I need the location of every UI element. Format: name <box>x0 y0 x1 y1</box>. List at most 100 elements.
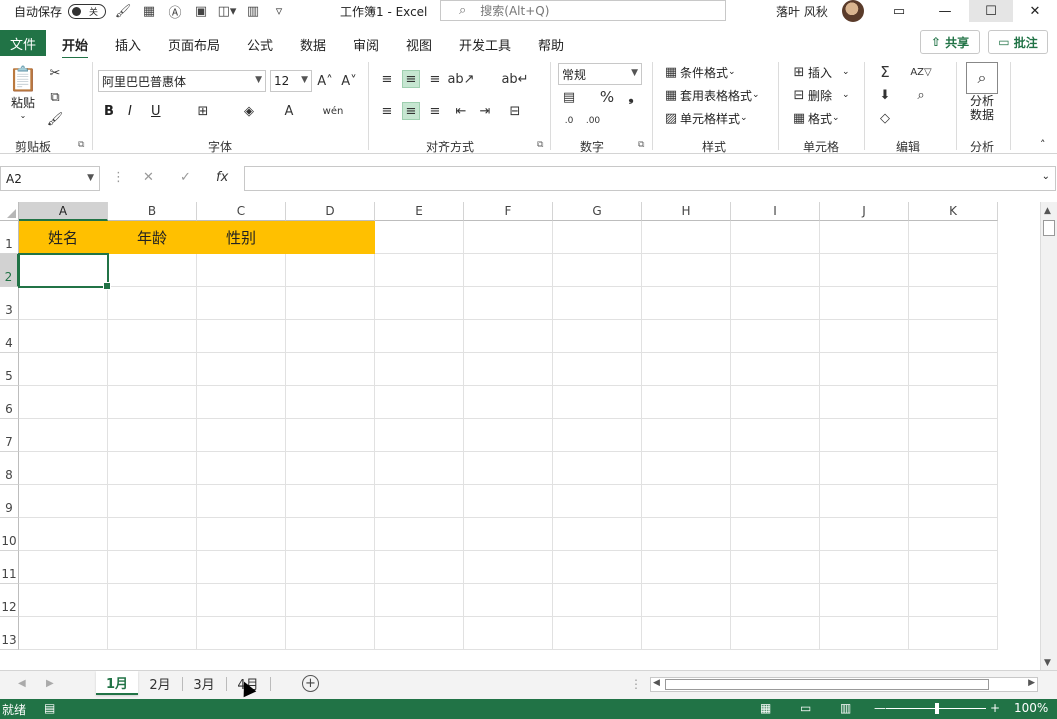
close-icon[interactable]: ✕ <box>1013 0 1057 22</box>
cell-h2[interactable] <box>642 254 731 287</box>
border-icon[interactable]: ⊞ <box>194 102 212 120</box>
customize-qat-icon[interactable]: ▿ <box>270 3 288 19</box>
zoom-slider-knob[interactable] <box>935 703 939 714</box>
autosum-icon[interactable]: Σ <box>876 63 894 81</box>
comma-style-icon[interactable]: ❟ <box>622 88 640 106</box>
prev-sheet-icon[interactable]: ◀ <box>18 678 26 689</box>
formula-input[interactable]: ⌄ <box>244 166 1056 191</box>
row-header-7[interactable]: 7 <box>0 419 19 452</box>
tab-page-layout[interactable]: 页面布局 <box>168 35 220 54</box>
decrease-decimal-icon[interactable]: .00 <box>584 112 602 130</box>
cell-b1[interactable]: 年龄 <box>108 221 197 254</box>
row-header-3[interactable]: 3 <box>0 287 19 320</box>
tab-insert[interactable]: 插入 <box>115 35 141 54</box>
cell-k10[interactable] <box>909 518 998 551</box>
tab-file[interactable]: 文件 <box>0 30 46 56</box>
cell-b10[interactable] <box>108 518 197 551</box>
cell-c2[interactable] <box>197 254 286 287</box>
cell-c1[interactable]: 性别 <box>197 221 286 254</box>
row-header-12[interactable]: 12 <box>0 584 19 617</box>
minimize-icon[interactable]: — <box>923 0 967 22</box>
cell-b8[interactable] <box>108 452 197 485</box>
cell-k12[interactable] <box>909 584 998 617</box>
user-name[interactable]: 落叶 风秋 <box>776 3 828 20</box>
cell-b12[interactable] <box>108 584 197 617</box>
row-header-5[interactable]: 5 <box>0 353 19 386</box>
format-as-table-button[interactable]: ▦ 套用表格格式 ⌄ <box>662 86 760 104</box>
phonetic-icon[interactable]: wén <box>323 102 344 120</box>
cell-c5[interactable] <box>197 353 286 386</box>
cell-c4[interactable] <box>197 320 286 353</box>
scroll-up-icon[interactable]: ▲ <box>1044 206 1051 216</box>
cell-c3[interactable] <box>197 287 286 320</box>
underline-button[interactable]: U <box>151 104 161 119</box>
zoom-level[interactable]: 100% <box>1014 701 1048 715</box>
cell-e10[interactable] <box>375 518 464 551</box>
horizontal-scrollbar[interactable]: ◀ ▶ <box>650 677 1038 692</box>
cell-h11[interactable] <box>642 551 731 584</box>
cell-d1[interactable] <box>286 221 375 254</box>
page-break-view-icon[interactable]: ▥ <box>840 701 851 715</box>
cell-b6[interactable] <box>108 386 197 419</box>
cell-a8[interactable] <box>19 452 108 485</box>
cell-j7[interactable] <box>820 419 909 452</box>
cell-c13[interactable] <box>197 617 286 650</box>
cell-d4[interactable] <box>286 320 375 353</box>
row-header-11[interactable]: 11 <box>0 551 19 584</box>
cell-a9[interactable] <box>19 485 108 518</box>
table-icon[interactable]: ▦ <box>140 3 158 19</box>
cell-i1[interactable] <box>731 221 820 254</box>
cell-b11[interactable] <box>108 551 197 584</box>
row-header-2[interactable]: 2 <box>0 254 19 287</box>
cell-h4[interactable] <box>642 320 731 353</box>
align-left-icon[interactable]: ≡ <box>378 102 396 120</box>
cell-i5[interactable] <box>731 353 820 386</box>
cell-f12[interactable] <box>464 584 553 617</box>
cell-k1[interactable] <box>909 221 998 254</box>
cell-c10[interactable] <box>197 518 286 551</box>
currency-icon[interactable]: ▤ <box>560 88 578 106</box>
cell-j3[interactable] <box>820 287 909 320</box>
scroll-thumb[interactable] <box>665 679 989 690</box>
cell-styles-button[interactable]: ▨ 单元格样式 ⌄ <box>662 109 748 127</box>
cell-b9[interactable] <box>108 485 197 518</box>
enter-icon[interactable]: ✓ <box>180 170 191 185</box>
cell-k11[interactable] <box>909 551 998 584</box>
cell-e4[interactable] <box>375 320 464 353</box>
bold-button[interactable]: B <box>104 104 114 119</box>
cell-g7[interactable] <box>553 419 642 452</box>
column-header-e[interactable]: E <box>375 202 464 221</box>
expand-formula-icon[interactable]: ⌄ <box>1042 171 1050 182</box>
row-header-1[interactable]: 1 <box>0 221 19 254</box>
cell-f13[interactable] <box>464 617 553 650</box>
ribbon-display-icon[interactable]: ▭ <box>877 0 921 22</box>
paste-button[interactable]: 📋 粘贴 ⌄ <box>8 64 38 120</box>
cell-d5[interactable] <box>286 353 375 386</box>
cell-b3[interactable] <box>108 287 197 320</box>
dialog-launcher-icon[interactable]: ⧉ <box>537 140 543 150</box>
normal-view-icon[interactable]: ▦ <box>760 701 771 715</box>
cell-j5[interactable] <box>820 353 909 386</box>
tab-data[interactable]: 数据 <box>300 35 326 54</box>
cell-h6[interactable] <box>642 386 731 419</box>
cell-e1[interactable] <box>375 221 464 254</box>
cell-e2[interactable] <box>375 254 464 287</box>
cell-h8[interactable] <box>642 452 731 485</box>
cell-f3[interactable] <box>464 287 553 320</box>
cell-f6[interactable] <box>464 386 553 419</box>
cell-i8[interactable] <box>731 452 820 485</box>
fill-color-icon[interactable]: ◈ <box>240 102 258 120</box>
cell-i4[interactable] <box>731 320 820 353</box>
cell-b7[interactable] <box>108 419 197 452</box>
row-header-8[interactable]: 8 <box>0 452 19 485</box>
cell-g1[interactable] <box>553 221 642 254</box>
comment-button[interactable]: ▭ 批注 <box>988 30 1048 54</box>
cell-d9[interactable] <box>286 485 375 518</box>
cell-i13[interactable] <box>731 617 820 650</box>
orientation-icon[interactable]: ab↗ <box>447 70 474 88</box>
cell-d7[interactable] <box>286 419 375 452</box>
cell-j1[interactable] <box>820 221 909 254</box>
sheet-tab-2[interactable]: 2月 <box>140 671 180 695</box>
row-header-6[interactable]: 6 <box>0 386 19 419</box>
picture-icon[interactable]: ▣ <box>192 3 210 19</box>
